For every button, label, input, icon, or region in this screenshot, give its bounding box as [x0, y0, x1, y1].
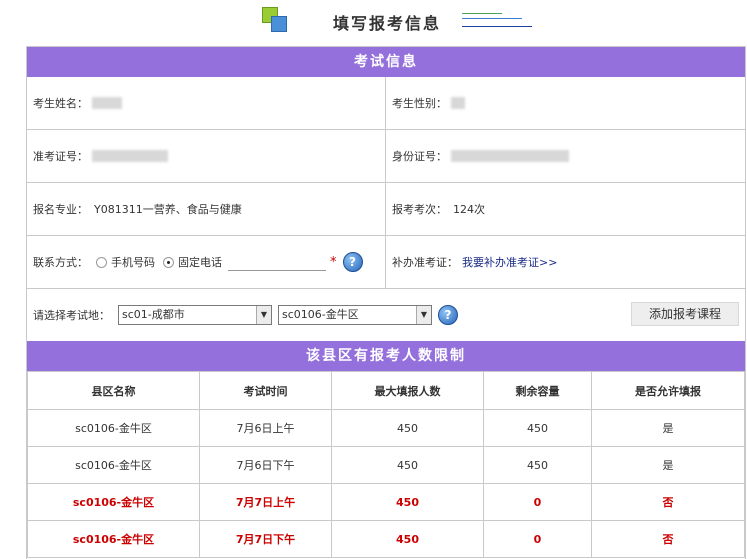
count-label: 报考考次： [392, 203, 447, 216]
contact-cell: 联系方式： 手机号码 固定电话 * ? [27, 236, 385, 288]
contact-label: 联系方式： [33, 256, 88, 269]
add-course-button[interactable]: 添加报考课程 [631, 302, 739, 326]
info-row-contact: 联系方式： 手机号码 固定电话 * ? 补办准考证： 我要补办准考证>> [27, 236, 745, 289]
count-cell: 报考考次： 124次 [385, 183, 745, 235]
cell-time: 7月6日下午 [199, 446, 332, 484]
id-cell: 身份证号： [385, 130, 745, 182]
count-value: 124次 [453, 203, 485, 216]
ticket-value-redacted [92, 150, 168, 162]
district-select-value: sc0106-金牛区 [282, 308, 359, 321]
radio-mobile-label: 手机号码 [111, 256, 155, 269]
gender-cell: 考生性别： [385, 77, 745, 129]
location-cell: 请选择考试地： sc01-成都市 ▼ sc0106-金牛区 ▼ ? [27, 289, 627, 341]
id-label: 身份证号： [392, 150, 447, 163]
id-value-redacted [451, 150, 569, 162]
help-question-icon[interactable]: ? [438, 305, 458, 325]
cell-time: 7月6日上午 [199, 409, 332, 447]
ticket-cell: 准考证号： [27, 130, 385, 182]
cell-district: sc0106-金牛区 [27, 483, 200, 521]
cell-remaining: 0 [483, 483, 592, 521]
info-row-location: 请选择考试地： sc01-成都市 ▼ sc0106-金牛区 ▼ ? 添加报考课程 [27, 289, 745, 341]
cell-time: 7月7日下午 [199, 520, 332, 558]
cell-district: sc0106-金牛区 [27, 520, 200, 558]
col-max: 最大填报人数 [331, 371, 484, 410]
reissue-cell: 补办准考证： 我要补办准考证>> [385, 236, 745, 288]
major-cell: 报名专业： Y081311一营养、食品与健康 [27, 183, 385, 235]
exam-form: 考试信息 考生姓名： 考生性别： 准考证号： 身份证号： 报名专业： Y0813… [26, 46, 746, 559]
cell-allowed: 是 [591, 446, 745, 484]
col-district: 县区名称 [27, 371, 200, 410]
name-label: 考生姓名： [33, 97, 88, 110]
cell-max: 450 [331, 483, 484, 521]
cell-allowed: 否 [591, 483, 745, 521]
ticket-label: 准考证号： [33, 150, 88, 163]
radio-landline[interactable] [163, 256, 174, 268]
major-label: 报名专业： [33, 203, 88, 216]
cell-allowed: 是 [591, 409, 745, 447]
name-value-redacted [92, 97, 122, 109]
cell-remaining: 450 [483, 409, 592, 447]
col-remaining: 剩余容量 [483, 371, 592, 410]
location-label: 请选择考试地： [33, 309, 110, 322]
radio-mobile[interactable] [96, 256, 107, 268]
cell-max: 450 [331, 446, 484, 484]
col-allowed: 是否允许填报 [591, 371, 745, 410]
district-select[interactable]: sc0106-金牛区 ▼ [278, 305, 432, 325]
city-select-value: sc01-成都市 [122, 308, 185, 321]
info-row-name: 考生姓名： 考生性别： [27, 77, 745, 130]
gender-value-redacted [451, 97, 465, 109]
reissue-link[interactable]: 我要补办准考证>> [462, 254, 557, 270]
cell-max: 450 [331, 520, 484, 558]
cell-max: 450 [331, 409, 484, 447]
exam-info-header: 考试信息 [27, 47, 745, 77]
table-row: sc0106-金牛区 7月6日下午 450 450 是 [27, 446, 745, 484]
page-title: 填写报考信息 [333, 14, 442, 33]
table-row: sc0106-金牛区 7月7日上午 450 0 否 [27, 483, 745, 521]
help-question-icon[interactable]: ? [342, 252, 363, 272]
city-select[interactable]: sc01-成都市 ▼ [118, 305, 272, 325]
chevron-down-icon[interactable]: ▼ [416, 306, 431, 324]
squares-logo-icon [262, 7, 288, 33]
cell-remaining: 0 [483, 520, 592, 558]
info-row-major: 报名专业： Y081311一营养、食品与健康 报考考次： 124次 [27, 183, 745, 236]
table-row: sc0106-金牛区 7月6日上午 450 450 是 [27, 409, 745, 447]
phone-input[interactable] [228, 253, 326, 271]
reissue-label: 补办准考证： [392, 256, 458, 269]
limits-header: 该县区有报考人数限制 [27, 341, 745, 371]
chevron-down-icon[interactable]: ▼ [256, 306, 271, 324]
limits-table: 县区名称 考试时间 最大填报人数 剩余容量 是否允许填报 sc0106-金牛区 … [27, 371, 745, 558]
required-mark: * [330, 254, 337, 270]
radio-landline-label: 固定电话 [178, 256, 222, 269]
title-bar: 填写报考信息 [0, 0, 747, 44]
major-value: Y081311一营养、食品与健康 [94, 203, 242, 216]
name-cell: 考生姓名： [27, 77, 385, 129]
decorative-lines [462, 13, 532, 29]
cell-district: sc0106-金牛区 [27, 409, 200, 447]
info-row-ids: 准考证号： 身份证号： [27, 130, 745, 183]
table-header-row: 县区名称 考试时间 最大填报人数 剩余容量 是否允许填报 [27, 371, 745, 410]
cell-allowed: 否 [591, 520, 745, 558]
col-time: 考试时间 [199, 371, 332, 410]
gender-label: 考生性别： [392, 97, 447, 110]
cell-time: 7月7日上午 [199, 483, 332, 521]
cell-district: sc0106-金牛区 [27, 446, 200, 484]
cell-remaining: 450 [483, 446, 592, 484]
table-row: sc0106-金牛区 7月7日下午 450 0 否 [27, 520, 745, 558]
